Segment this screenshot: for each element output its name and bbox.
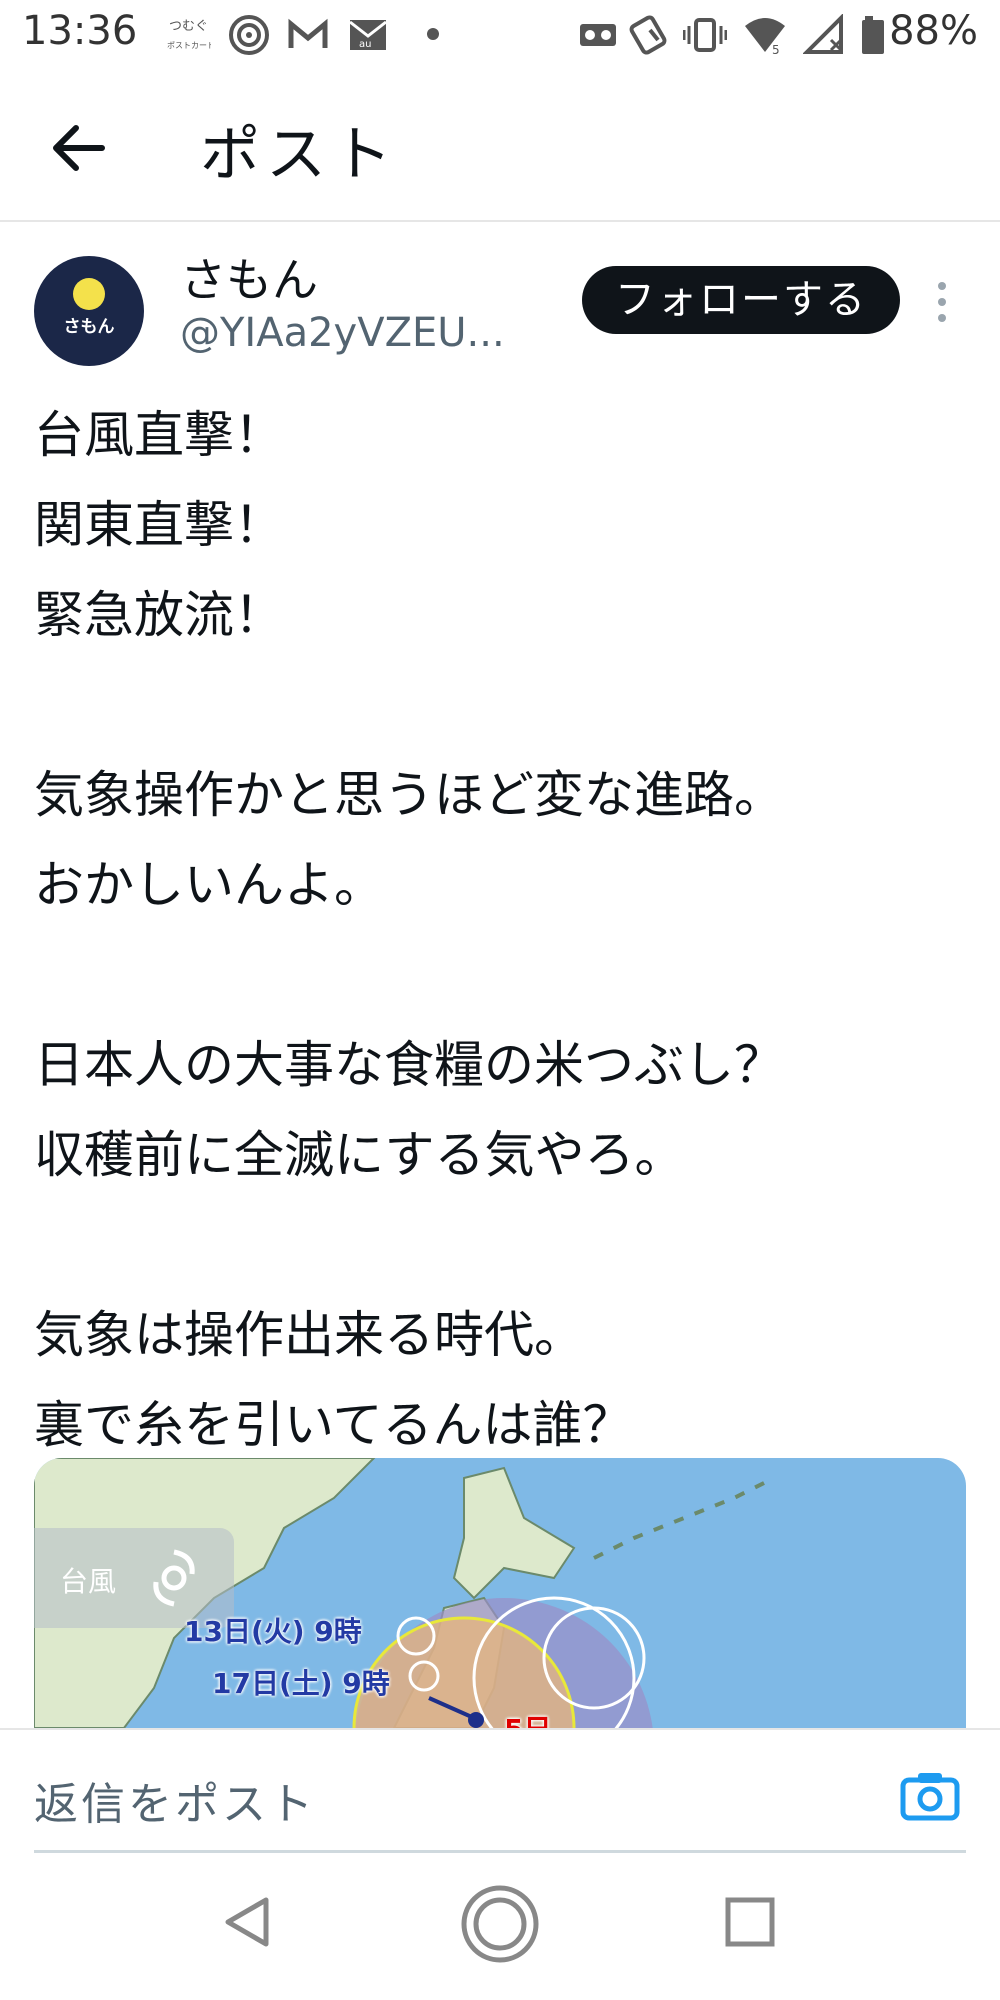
post-line: 日本人の大事な食糧の米つぶし？ (34, 1036, 784, 1094)
post-text: 台風直撃！ 関東直撃！ 緊急放流！ 気象操作かと思うほど変な進路。 おかしいんよ… (34, 390, 964, 1470)
forecast-label-13: 13日(火) 9時 (184, 1615, 362, 1648)
au-mail-icon: au (347, 14, 389, 60)
typhoon-position (468, 1712, 484, 1728)
arrow-left-icon (40, 125, 120, 192)
svg-text:つむぐ: つむぐ (169, 19, 208, 34)
post-line: 台風直撃！ (34, 406, 284, 464)
svg-text:5: 5 (772, 43, 780, 56)
wifi-icon: 5 (742, 14, 788, 60)
status-time: 13:36 (22, 8, 138, 54)
dot-icon (425, 26, 441, 46)
home-circle-icon[interactable] (460, 1884, 540, 1968)
typhoon-icon (153, 1549, 195, 1607)
avatar-label: さもん (63, 317, 115, 337)
tsumugu-postcard-icon: つむぐ ポストカード (165, 14, 215, 60)
reply-underline (34, 1850, 966, 1853)
follow-button[interactable]: フォローする (582, 266, 900, 334)
post-line-blank (34, 930, 964, 1020)
avatar[interactable]: さもん (34, 256, 144, 366)
post-line: 気象操作かと思うほど変な進路。 (34, 766, 784, 824)
forecast-label-17: 17日(土) 9時 (212, 1667, 390, 1700)
post-line: 収穫前に全滅にする気やろ。 (34, 1126, 685, 1184)
post-line: 緊急放流！ (34, 586, 284, 644)
vibrate-icon (682, 14, 728, 60)
recents-square-icon[interactable] (722, 1892, 778, 1956)
signal-icon (802, 13, 845, 60)
page-title: ポスト (200, 120, 398, 190)
post-line: 裏で糸を引いてるんは誰？ (34, 1396, 633, 1454)
status-bar: 13:36 つむぐポストカード au 5 88% (0, 0, 1000, 70)
more-vertical-icon[interactable] (930, 278, 954, 326)
post-line-blank (34, 660, 964, 750)
voicemail-icon (578, 14, 618, 60)
post-line: 関東直撃！ (34, 496, 284, 554)
post-line-blank (34, 1200, 964, 1290)
battery-icon (861, 14, 885, 60)
author-name[interactable]: さもん (180, 244, 318, 310)
back-triangle-icon[interactable] (218, 1892, 278, 1956)
svg-text:ポストカード: ポストカード (167, 41, 211, 50)
camera-icon[interactable] (900, 1770, 960, 1822)
system-nav-bar (0, 1860, 1000, 2000)
author-handle[interactable]: @YIAa2yVZEU... (180, 310, 505, 356)
post-line: おかしいんよ。 (34, 856, 384, 914)
forecast-label-partial: 5日 (504, 1708, 551, 1728)
target-icon (228, 14, 270, 60)
gmail-icon (287, 14, 329, 60)
post-image-typhoon-map[interactable]: 台風 13日(火) 9時 17日(土) 9時 5日 (34, 1458, 966, 1728)
reply-bar: 返信をポスト (0, 1728, 1000, 1853)
smiley-icon (73, 278, 105, 310)
svg-text:au: au (359, 39, 371, 50)
back-button[interactable] (40, 108, 120, 188)
typhoon-badge-label: 台風 (60, 1565, 117, 1598)
post-line: 気象は操作出来る時代。 (34, 1306, 584, 1364)
reply-input[interactable]: 返信をポスト (34, 1768, 316, 1832)
battery-percent: 88% (889, 8, 978, 54)
nfc-icon (628, 14, 670, 60)
top-app-bar: ポスト (0, 70, 1000, 222)
